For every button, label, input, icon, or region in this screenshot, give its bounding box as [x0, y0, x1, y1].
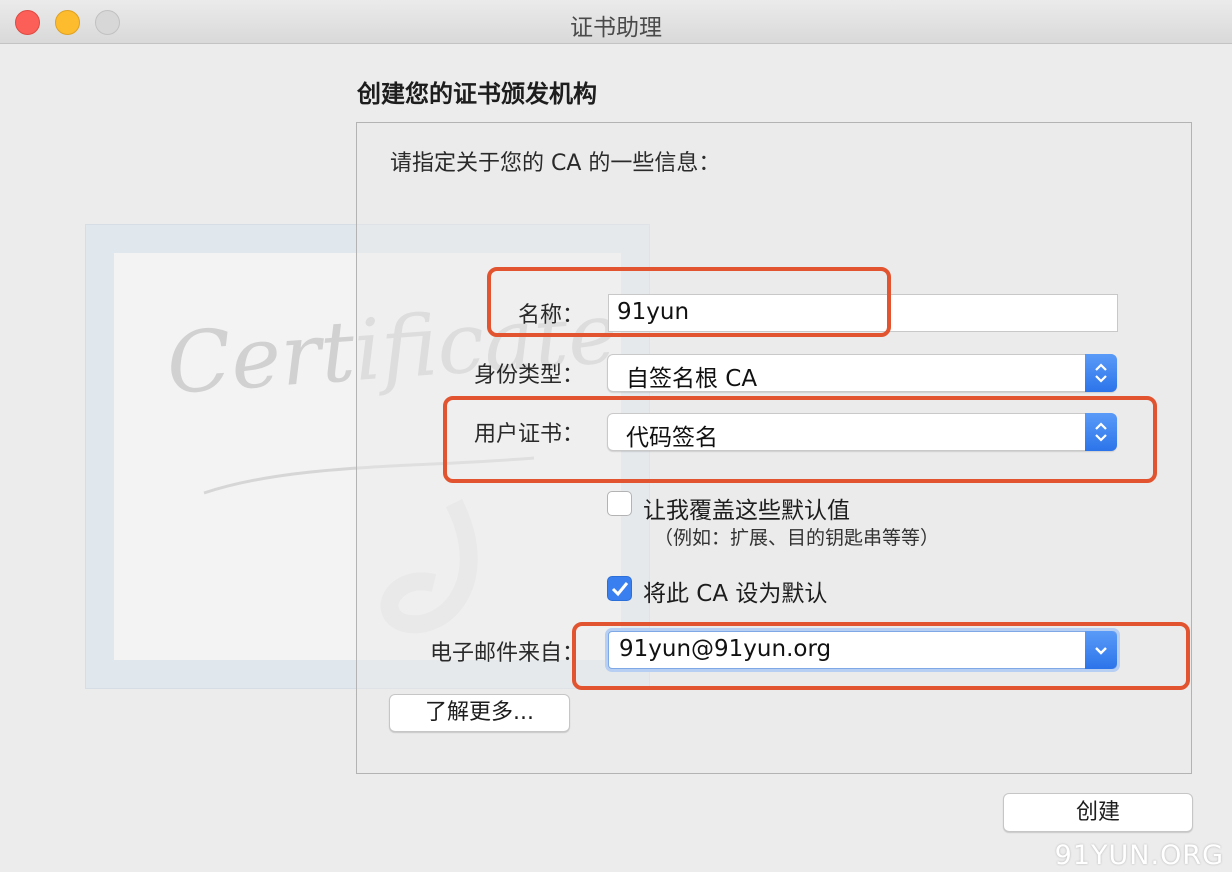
window-title: 证书助理 [570, 15, 662, 41]
identity-type-label: 身份类型： [473, 363, 584, 388]
override-defaults-hint: （例如：扩展、目的钥匙串等等） [654, 527, 940, 549]
annotation-box-name [487, 267, 891, 337]
watermark: 91YUN.ORG [1054, 840, 1224, 871]
annotation-box-user-certificate [443, 396, 1157, 483]
intro-text: 请指定关于您的 CA 的一些信息： [390, 151, 721, 176]
override-defaults-checkbox[interactable] [607, 491, 632, 516]
checkmark-icon [611, 582, 629, 597]
identity-type-popup[interactable]: 自签名根 CA [607, 354, 1117, 392]
page-heading: 创建您的证书颁发机构 [357, 80, 597, 108]
title-bar: 证书助理 [0, 0, 1232, 44]
make-default-label: 将此 CA 设为默认 [643, 581, 828, 607]
annotation-box-email [572, 622, 1190, 690]
create-button[interactable]: 创建 [1003, 793, 1193, 832]
email-from-label: 电子邮件来自： [429, 641, 584, 666]
identity-type-value: 自签名根 CA [626, 366, 758, 392]
make-default-checkbox[interactable] [607, 576, 632, 601]
up-down-chevron-icon [1085, 354, 1117, 392]
override-defaults-label: 让我覆盖这些默认值 [643, 498, 850, 524]
learn-more-button[interactable]: 了解更多... [389, 694, 570, 732]
